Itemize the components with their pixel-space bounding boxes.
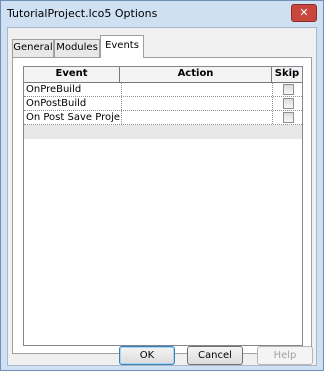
event-cell[interactable]: On Post Save Project [26,111,120,124]
dialog-body: General Modules Events Event Action Skip… [7,27,317,366]
options-dialog: TutorialProject.lco5 Options ✕ General M… [0,0,324,371]
tab-strip: General Modules Events [12,34,312,58]
tab-general[interactable]: General [12,39,54,57]
skip-cell [272,111,302,124]
skip-checkbox[interactable] [283,84,294,95]
cancel-button[interactable]: Cancel [187,346,243,365]
window-title: TutorialProject.lco5 Options [7,7,158,20]
tab-modules[interactable]: Modules [54,39,100,57]
column-header-event[interactable]: Event [24,67,120,82]
table-row[interactable]: OnPreBuild [24,83,302,97]
events-tab-page: Event Action Skip OnPreBuild OnPostBuild [12,57,312,354]
tab-events[interactable]: Events [100,35,144,58]
help-button[interactable]: Help [257,346,313,365]
column-header-action[interactable]: Action [120,67,272,82]
skip-checkbox[interactable] [283,112,294,123]
skip-checkbox[interactable] [283,98,294,109]
close-icon: ✕ [299,6,309,19]
grid-header: Event Action Skip [24,67,302,83]
events-grid: Event Action Skip OnPreBuild OnPostBuild [23,66,303,346]
ok-button[interactable]: OK [119,346,175,365]
table-row[interactable]: On Post Save Project [24,111,302,125]
table-row[interactable]: OnPostBuild [24,97,302,111]
skip-cell [272,97,302,110]
action-cell[interactable] [121,83,271,96]
skip-cell [272,83,302,96]
column-header-skip[interactable]: Skip [272,67,302,82]
action-cell[interactable] [121,111,271,124]
title-bar[interactable]: TutorialProject.lco5 Options ✕ [1,1,323,27]
close-button[interactable]: ✕ [291,4,317,22]
action-cell[interactable] [121,97,271,110]
grid-empty-row[interactable] [24,125,302,139]
event-cell[interactable]: OnPreBuild [26,83,120,96]
event-cell[interactable]: OnPostBuild [26,97,120,110]
